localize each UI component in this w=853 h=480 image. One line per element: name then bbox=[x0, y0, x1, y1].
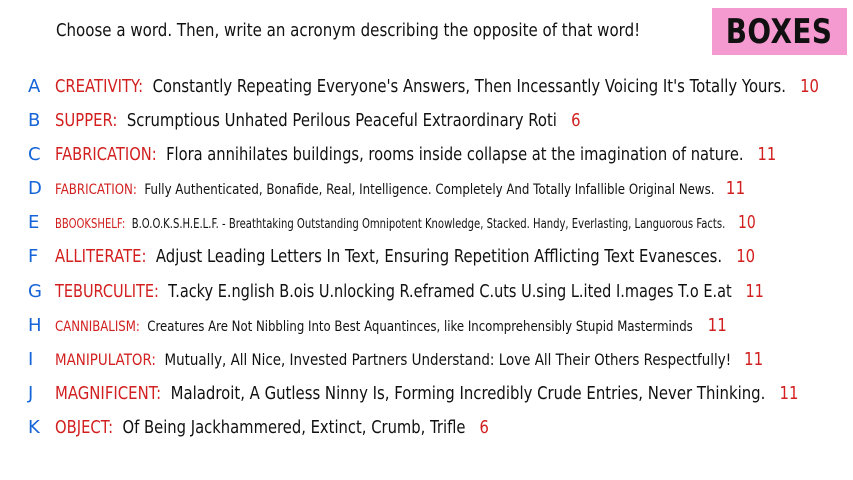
entry-score: 11 bbox=[779, 383, 799, 404]
entry-letter: K bbox=[28, 417, 40, 438]
entry-acronym: Scrumptious Unhated Perilous Peaceful Ex… bbox=[126, 110, 557, 131]
entry-score: 6 bbox=[571, 110, 581, 131]
entry-acronym: T.acky E.nglish B.ois U.nlocking R.efram… bbox=[168, 281, 732, 302]
entry-acronym: Mutually, All Nice, Invested Partners Un… bbox=[164, 350, 732, 369]
entry-word: FABRICATION bbox=[55, 144, 152, 165]
entry-line: SUPPER: Scrumptious Unhated Perilous Pea… bbox=[55, 110, 581, 131]
entry-score: 11 bbox=[745, 281, 764, 302]
entry-score: 11 bbox=[707, 315, 727, 336]
entry-score: 10 bbox=[800, 76, 819, 97]
entry-line: FABRICATION: Fully Authenticated, Bonafi… bbox=[55, 178, 746, 199]
entry-score: 11 bbox=[743, 349, 764, 370]
game-title: BOXES bbox=[726, 11, 833, 52]
entry-letter: E bbox=[28, 212, 40, 233]
entry-letter: A bbox=[28, 76, 41, 97]
entry-word: OBJECT bbox=[55, 417, 109, 438]
entry-score: 10 bbox=[738, 212, 756, 233]
entry-row-i[interactable]: I MANIPULATOR: Mutually, All Nice, Inves… bbox=[0, 346, 853, 374]
entry-letter: B bbox=[28, 110, 41, 131]
entry-word: BBOOKSHELF bbox=[55, 217, 122, 232]
entry-line: ALLITERATE: Adjust Leading Letters In Te… bbox=[55, 246, 756, 267]
entry-score: 11 bbox=[757, 144, 777, 165]
entry-acronym: Maladroit, A Gutless Ninny Is, Forming I… bbox=[170, 383, 766, 404]
entry-row-h[interactable]: H CANNIBALISM: Creatures Are Not Nibblin… bbox=[0, 312, 853, 340]
entry-line: BBOOKSHELF: B.O.O.K.S.H.E.L.F. - Breatht… bbox=[55, 212, 756, 233]
entry-line: MANIPULATOR: Mutually, All Nice, Investe… bbox=[55, 349, 764, 370]
game-title-badge: BOXES bbox=[712, 8, 847, 55]
entry-row-d[interactable]: D FABRICATION: Fully Authenticated, Bona… bbox=[0, 175, 853, 203]
entry-letter: I bbox=[28, 349, 34, 370]
entry-acronym: Of Being Jackhammered, Extinct, Crumb, T… bbox=[122, 417, 466, 438]
entry-word: MAGNIFICENT bbox=[55, 383, 157, 404]
entry-word: CANNIBALISM bbox=[55, 319, 136, 335]
entry-letter: G bbox=[28, 281, 42, 302]
entry-letter: H bbox=[28, 315, 42, 336]
entry-line: MAGNIFICENT: Maladroit, A Gutless Ninny … bbox=[55, 383, 799, 404]
entry-word: ALLITERATE bbox=[55, 246, 142, 267]
entry-row-f[interactable]: F ALLITERATE: Adjust Leading Letters In … bbox=[0, 243, 853, 271]
entry-word: SUPPER bbox=[55, 110, 113, 131]
entry-word: CREATIVITY bbox=[55, 76, 139, 97]
entry-acronym: Adjust Leading Letters In Text, Ensuring… bbox=[155, 246, 723, 267]
entry-row-e[interactable]: E BBOOKSHELF: B.O.O.K.S.H.E.L.F. - Breat… bbox=[0, 209, 853, 237]
entry-row-g[interactable]: G TEBURCULITE: T.acky E.nglish B.ois U.n… bbox=[0, 278, 853, 306]
entry-score: 10 bbox=[736, 246, 756, 267]
entry-letter: C bbox=[28, 144, 41, 165]
entry-score: 11 bbox=[725, 178, 746, 199]
entry-line: CANNIBALISM: Creatures Are Not Nibbling … bbox=[55, 315, 727, 336]
entry-line: CREATIVITY: Constantly Repeating Everyon… bbox=[55, 76, 819, 97]
entry-row-k[interactable]: K OBJECT: Of Being Jackhammered, Extinct… bbox=[0, 414, 853, 442]
entry-line: TEBURCULITE: T.acky E.nglish B.ois U.nlo… bbox=[55, 281, 764, 302]
entry-row-j[interactable]: J MAGNIFICENT: Maladroit, A Gutless Ninn… bbox=[0, 380, 853, 408]
entry-word: FABRICATION bbox=[55, 182, 133, 198]
prompt-text: Choose a word. Then, write an acronym de… bbox=[56, 21, 641, 41]
entry-score: 6 bbox=[479, 417, 489, 438]
entry-acronym: B.O.O.K.S.H.E.L.F. - Breathtaking Outsta… bbox=[131, 217, 726, 232]
entry-word: TEBURCULITE bbox=[55, 281, 154, 302]
entry-letter: F bbox=[28, 246, 39, 267]
entry-word: MANIPULATOR bbox=[55, 350, 152, 369]
entry-letter: D bbox=[28, 178, 42, 199]
entry-acronym: Flora annihilates buildings, rooms insid… bbox=[166, 144, 744, 165]
entry-line: FABRICATION: Flora annihilates buildings… bbox=[55, 144, 777, 165]
entry-acronym: Creatures Are Not Nibbling Into Best Aqu… bbox=[147, 319, 693, 335]
entry-row-a[interactable]: A CREATIVITY: Constantly Repeating Every… bbox=[0, 73, 853, 101]
entry-letter: J bbox=[28, 383, 34, 404]
entry-row-c[interactable]: C FABRICATION: Flora annihilates buildin… bbox=[0, 141, 853, 169]
entry-acronym: Fully Authenticated, Bonafide, Real, Int… bbox=[144, 182, 715, 198]
entry-row-b[interactable]: B SUPPER: Scrumptious Unhated Perilous P… bbox=[0, 107, 853, 135]
entry-line: OBJECT: Of Being Jackhammered, Extinct, … bbox=[55, 417, 489, 438]
entry-acronym: Constantly Repeating Everyone's Answers,… bbox=[152, 76, 786, 97]
game-screen: { "prompt": "Choose a word. Then, write … bbox=[0, 0, 853, 480]
